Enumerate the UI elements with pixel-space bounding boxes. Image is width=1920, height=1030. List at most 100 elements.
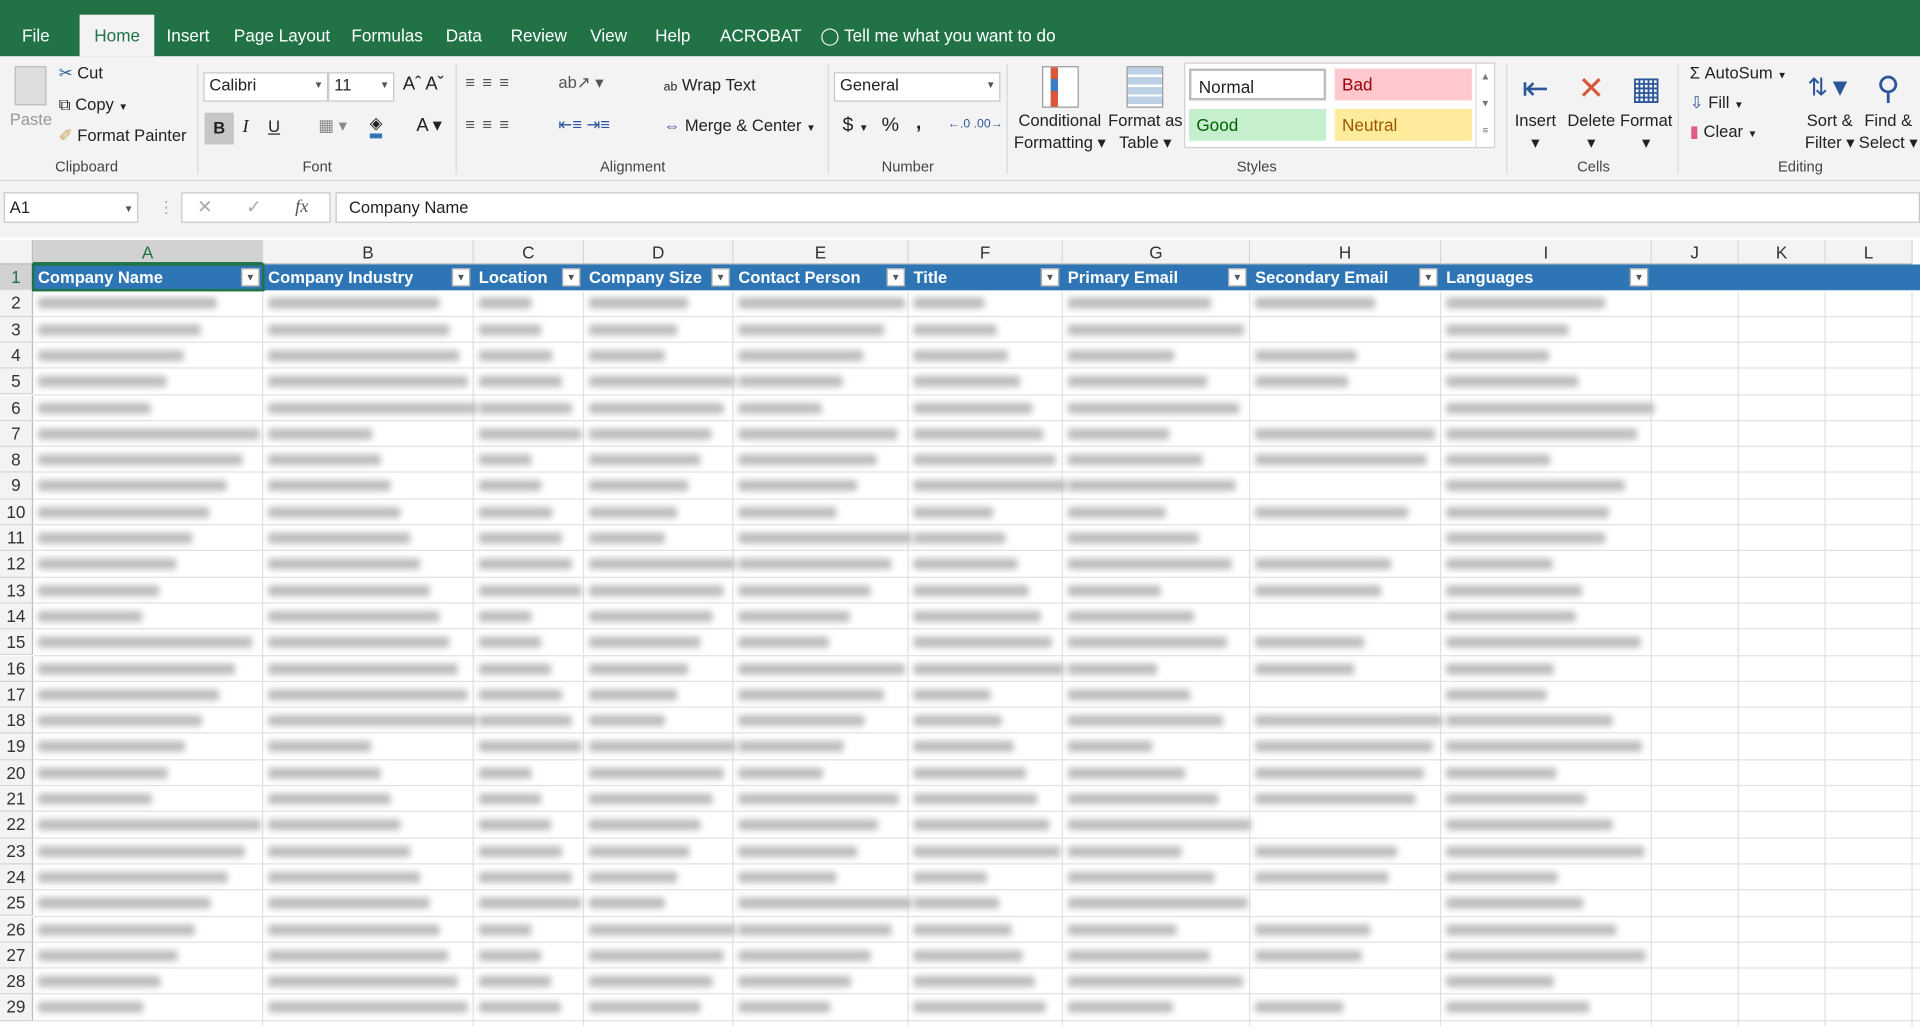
worksheet-grid[interactable]: ABCDEFGHIJKL 1 2 3 4 5 6 7 8 9 10 11 12 13 14 15 16 17 18…: [0, 237, 1920, 1030]
redacted-cell[interactable]: [478, 376, 562, 388]
redacted-cell[interactable]: [588, 793, 713, 805]
redacted-cell[interactable]: [1067, 376, 1207, 388]
row-header-18[interactable]: 18: [0, 707, 34, 734]
redacted-cell[interactable]: [37, 454, 244, 466]
redacted-cell[interactable]: [268, 636, 449, 648]
redacted-cell[interactable]: [913, 845, 1061, 857]
redacted-cell[interactable]: [1255, 845, 1398, 857]
filter-dropdown-icon[interactable]: ▼: [1228, 268, 1247, 287]
redacted-cell[interactable]: [1067, 636, 1228, 648]
redacted-cell[interactable]: [478, 689, 562, 701]
redacted-cell[interactable]: [738, 793, 899, 805]
redacted-cell[interactable]: [913, 663, 1064, 675]
redacted-cell[interactable]: [1446, 897, 1583, 909]
redacted-cell[interactable]: [37, 297, 218, 309]
redacted-cell[interactable]: [478, 636, 542, 648]
style-bad[interactable]: Bad: [1334, 68, 1472, 101]
formula-input[interactable]: Company Name: [335, 192, 1920, 223]
redacted-cell[interactable]: [268, 558, 420, 570]
redacted-cell[interactable]: [913, 949, 1023, 961]
redacted-cell[interactable]: [738, 819, 878, 831]
redacted-cell[interactable]: [913, 793, 1038, 805]
redacted-cell[interactable]: [1067, 871, 1215, 883]
column-header-H[interactable]: H: [1250, 240, 1442, 265]
tab-review[interactable]: Review: [498, 15, 579, 57]
redacted-cell[interactable]: [1255, 767, 1424, 779]
redacted-cell[interactable]: [913, 532, 1006, 544]
format-painter-button[interactable]: ✐ Format Painter: [59, 126, 187, 146]
redacted-cell[interactable]: [37, 480, 227, 492]
redacted-cell[interactable]: [1255, 506, 1409, 518]
redacted-cell[interactable]: [1446, 976, 1554, 988]
redacted-cell[interactable]: [268, 428, 372, 440]
redacted-cell[interactable]: [1255, 871, 1389, 883]
redacted-cell[interactable]: [1446, 715, 1613, 727]
indent-icons[interactable]: ⇤≡ ⇥≡: [558, 115, 610, 135]
redacted-cell[interactable]: [478, 480, 542, 492]
redacted-cell[interactable]: [588, 428, 712, 440]
redacted-cell[interactable]: [588, 871, 678, 883]
redacted-cell[interactable]: [738, 845, 858, 857]
column-header-J[interactable]: J: [1651, 240, 1739, 265]
row-header-29[interactable]: 29: [0, 994, 34, 1021]
find-select-button[interactable]: ⚲ Find & Select ▾: [1859, 66, 1918, 154]
redacted-cell[interactable]: [738, 949, 872, 961]
redacted-cell[interactable]: [913, 558, 1017, 570]
redacted-cell[interactable]: [478, 584, 582, 596]
redacted-cell[interactable]: [588, 949, 725, 961]
redacted-cell[interactable]: [588, 402, 724, 414]
redacted-cell[interactable]: [1255, 584, 1382, 596]
redacted-cell[interactable]: [1446, 663, 1555, 675]
column-header-L[interactable]: L: [1825, 240, 1913, 265]
redacted-cell[interactable]: [1067, 923, 1178, 935]
redacted-cell[interactable]: [913, 923, 1011, 935]
redacted-cell[interactable]: [478, 506, 552, 518]
row-header-26[interactable]: 26: [0, 916, 34, 943]
comma-button[interactable]: ,: [916, 113, 921, 135]
row-header-25[interactable]: 25: [0, 890, 34, 917]
redacted-cell[interactable]: [588, 454, 701, 466]
row-header-8[interactable]: 8: [0, 447, 34, 474]
redacted-cell[interactable]: [37, 793, 152, 805]
redacted-cell[interactable]: [268, 819, 401, 831]
redacted-cell[interactable]: [738, 297, 905, 309]
redacted-cell[interactable]: [37, 558, 176, 570]
redacted-cell[interactable]: [588, 767, 724, 779]
currency-button[interactable]: $ ▼: [842, 115, 868, 137]
redacted-cell[interactable]: [268, 741, 372, 753]
redacted-cell[interactable]: [738, 506, 837, 518]
redacted-cell[interactable]: [1067, 532, 1199, 544]
percent-button[interactable]: %: [882, 115, 899, 137]
row-header-23[interactable]: 23: [0, 838, 34, 865]
redacted-cell[interactable]: [478, 428, 583, 440]
redacted-cell[interactable]: [1255, 428, 1436, 440]
header-cell[interactable]: Company Industry ▼: [263, 264, 474, 291]
redacted-cell[interactable]: [37, 610, 143, 622]
column-header-I[interactable]: I: [1441, 240, 1652, 265]
redacted-cell[interactable]: [588, 297, 689, 309]
delete-cells-button[interactable]: ✕ Delete ▾: [1567, 66, 1615, 154]
redacted-cell[interactable]: [1255, 793, 1416, 805]
redacted-cell[interactable]: [37, 376, 167, 388]
redacted-cell[interactable]: [268, 976, 459, 988]
redacted-cell[interactable]: [1446, 949, 1646, 961]
redacted-cell[interactable]: [913, 297, 985, 309]
column-header-C[interactable]: C: [473, 240, 585, 265]
redacted-cell[interactable]: [1446, 323, 1569, 336]
redacted-cell[interactable]: [478, 454, 532, 466]
redacted-cell[interactable]: [1446, 350, 1549, 362]
redacted-cell[interactable]: [478, 402, 573, 414]
redacted-cell[interactable]: [913, 1002, 1046, 1014]
redacted-cell[interactable]: [1446, 454, 1551, 466]
cut-button[interactable]: ✂ Cut: [59, 64, 103, 84]
font-size-select[interactable]: 11 ▼: [328, 72, 395, 102]
redacted-cell[interactable]: [913, 323, 997, 336]
header-cell[interactable]: Primary Email ▼: [1062, 264, 1251, 291]
redacted-cell[interactable]: [588, 350, 665, 362]
redacted-cell[interactable]: [268, 402, 478, 414]
redacted-cell[interactable]: [37, 976, 161, 988]
filter-dropdown-icon[interactable]: ▼: [562, 268, 581, 287]
redacted-cell[interactable]: [37, 1002, 144, 1014]
tab-page-layout[interactable]: Page Layout: [222, 15, 343, 57]
redacted-cell[interactable]: [37, 897, 211, 909]
